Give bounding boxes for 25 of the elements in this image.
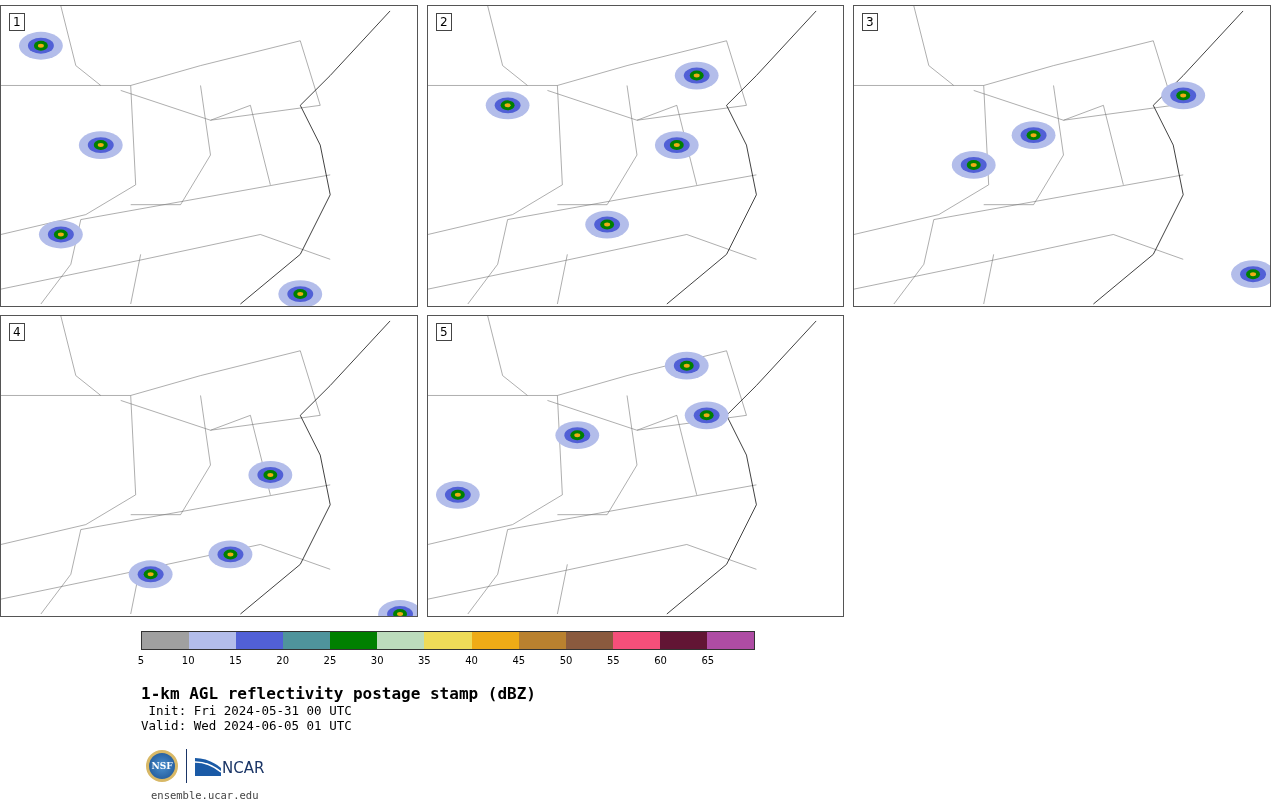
panel-number: 2 xyxy=(436,13,452,31)
tick-label: 65 xyxy=(701,655,715,666)
panel-number: 4 xyxy=(9,323,25,341)
tick-label: 40 xyxy=(465,655,478,666)
init-time: Init: Fri 2024-05-31 00 UTC xyxy=(147,703,353,718)
tick-label: 60 xyxy=(654,655,667,666)
tick-label: 45 xyxy=(512,655,526,666)
chart-title: 1-km AGL reflectivity postage stamp (dBZ) xyxy=(141,684,537,703)
tick-label: 50 xyxy=(559,655,573,666)
tick-label: 15 xyxy=(229,655,242,666)
tick-label: 20 xyxy=(276,655,290,666)
swoosh-icon xyxy=(195,756,221,776)
panel-number: 3 xyxy=(862,13,878,31)
tick-label: 10 xyxy=(181,655,195,666)
valid-time: Valid: Wed 2024-06-05 01 UTC xyxy=(141,718,353,733)
nsf-logo: NSF xyxy=(146,750,178,782)
tick-label: 5 xyxy=(137,655,145,666)
tick-label: 25 xyxy=(323,655,337,666)
tick-label: 35 xyxy=(418,655,431,666)
ncar-logo-text: NCAR xyxy=(222,761,265,776)
tick-label: 55 xyxy=(606,655,620,666)
website-url: ensemble.ucar.edu xyxy=(151,789,260,801)
panel-number: 5 xyxy=(436,323,452,341)
panel-number: 1 xyxy=(9,13,25,31)
tick-label: 30 xyxy=(370,655,384,666)
